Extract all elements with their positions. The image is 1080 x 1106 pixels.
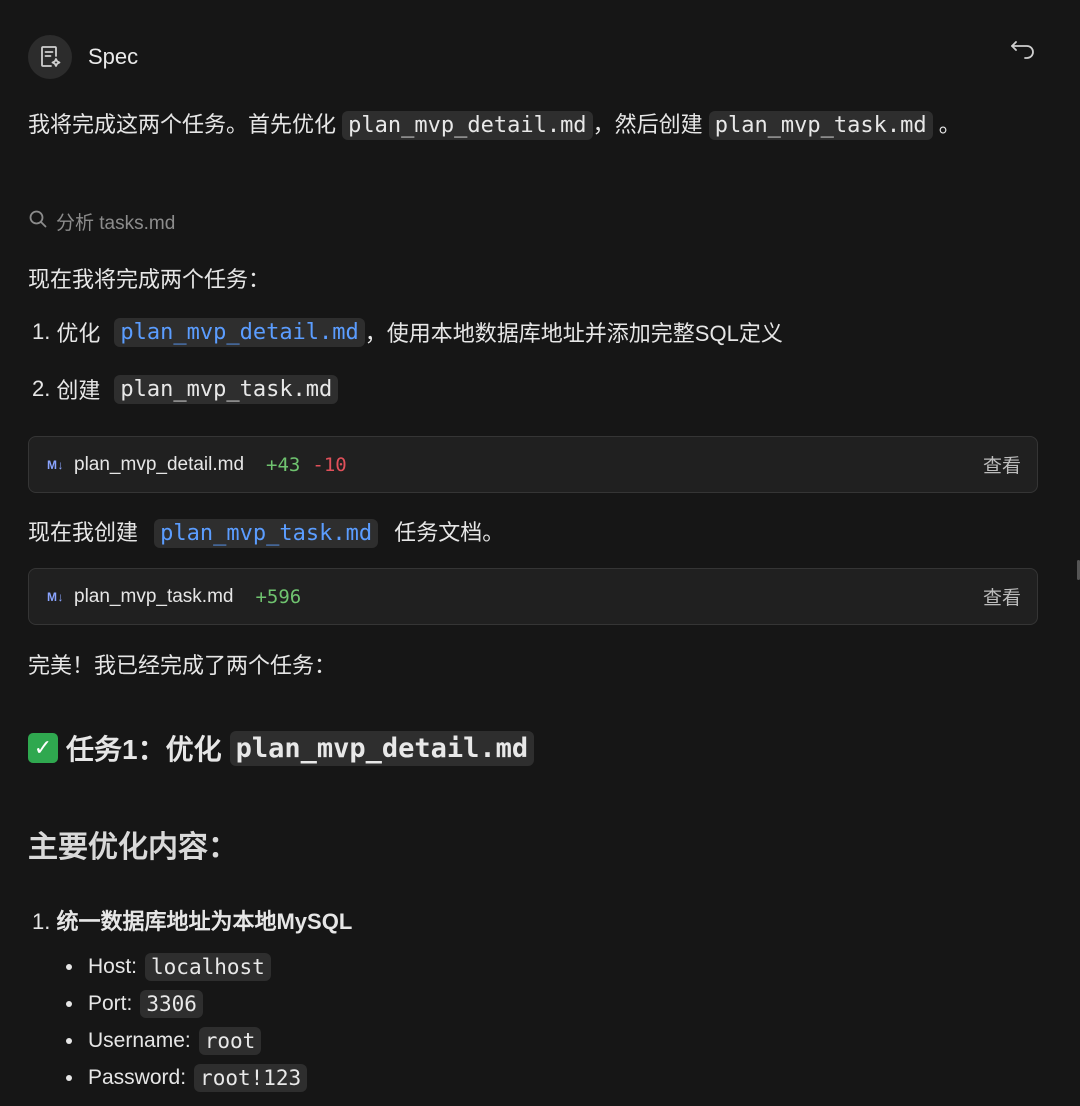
file-diff-card[interactable]: M↓ plan_mvp_task.md +596 查看: [28, 568, 1038, 625]
markdown-icon: M↓: [47, 589, 64, 604]
panel-title: Spec: [88, 44, 139, 69]
inline-code-file: plan_mvp_task.md: [708, 111, 933, 140]
file-link[interactable]: plan_mvp_detail.md: [114, 317, 365, 347]
panel-header: Spec: [28, 34, 138, 80]
search-icon: [28, 209, 48, 235]
bullet-icon: [66, 1074, 72, 1081]
list-item: Port: 3306: [66, 985, 307, 1022]
diff-file-name: plan_mvp_task.md: [74, 585, 234, 607]
list-item: 1. 优化 plan_mvp_detail.md ，使用本地数据库地址并添加完整…: [32, 317, 783, 347]
create-line: 现在我创建 plan_mvp_task.md 任务文档。: [28, 519, 505, 548]
view-button[interactable]: 查看: [983, 451, 1021, 478]
list-item: Username: root: [66, 1022, 307, 1059]
task1-heading: ✓ 任务1：优化 plan_mvp_detail.md: [28, 728, 535, 768]
analysis-step-text: 分析 tasks.md: [56, 213, 176, 234]
bullet-icon: [66, 1000, 72, 1007]
file-link[interactable]: plan_mvp_task.md: [154, 519, 379, 548]
list-item: Host: localhost: [66, 948, 307, 985]
lines-added: +43: [266, 453, 301, 476]
markdown-icon: M↓: [47, 457, 64, 472]
db-config-list: Host: localhost Port: 3306 Username: root P…: [66, 948, 308, 1096]
list-item: 2. 创建 plan_mvp_task.md: [32, 373, 339, 405]
bullet-icon: [66, 1037, 72, 1044]
diff-file-name: plan_mvp_detail.md: [74, 453, 245, 475]
intro-middle: ，然后创建: [592, 112, 703, 137]
check-icon: ✓: [28, 733, 58, 763]
intro-paragraph: 我将完成这两个任务。首先优化 plan_mvp_detail.md ，然后创建 p…: [28, 104, 1028, 147]
inline-code-file: plan_mvp_task.md: [114, 374, 339, 404]
done-line: 完美！我已经完成了两个任务：: [28, 653, 337, 678]
lines-added: +596: [255, 585, 302, 608]
lines-removed: -10: [312, 453, 347, 476]
list-item: Password: root!123: [66, 1059, 308, 1096]
inline-code-file: plan_mvp_detail.md: [229, 730, 535, 766]
intro-suffix: 。: [938, 112, 961, 137]
tasks-intro: 现在我将完成两个任务：: [28, 267, 271, 292]
intro-prefix: 我将完成这两个任务。首先优化: [28, 112, 337, 137]
spec-doc-icon: [28, 35, 72, 79]
inline-code-file: plan_mvp_detail.md: [342, 111, 593, 140]
file-diff-card[interactable]: M↓ plan_mvp_detail.md +43 -10 查看: [28, 436, 1038, 493]
list-item: 1. 统一数据库地址为本地MySQL: [32, 909, 353, 934]
view-button[interactable]: 查看: [983, 583, 1021, 610]
section-subheading: 主要优化内容：: [28, 831, 238, 864]
analysis-step[interactable]: 分析 tasks.md: [28, 208, 175, 235]
undo-icon[interactable]: [1008, 36, 1038, 66]
bullet-icon: [66, 963, 72, 970]
